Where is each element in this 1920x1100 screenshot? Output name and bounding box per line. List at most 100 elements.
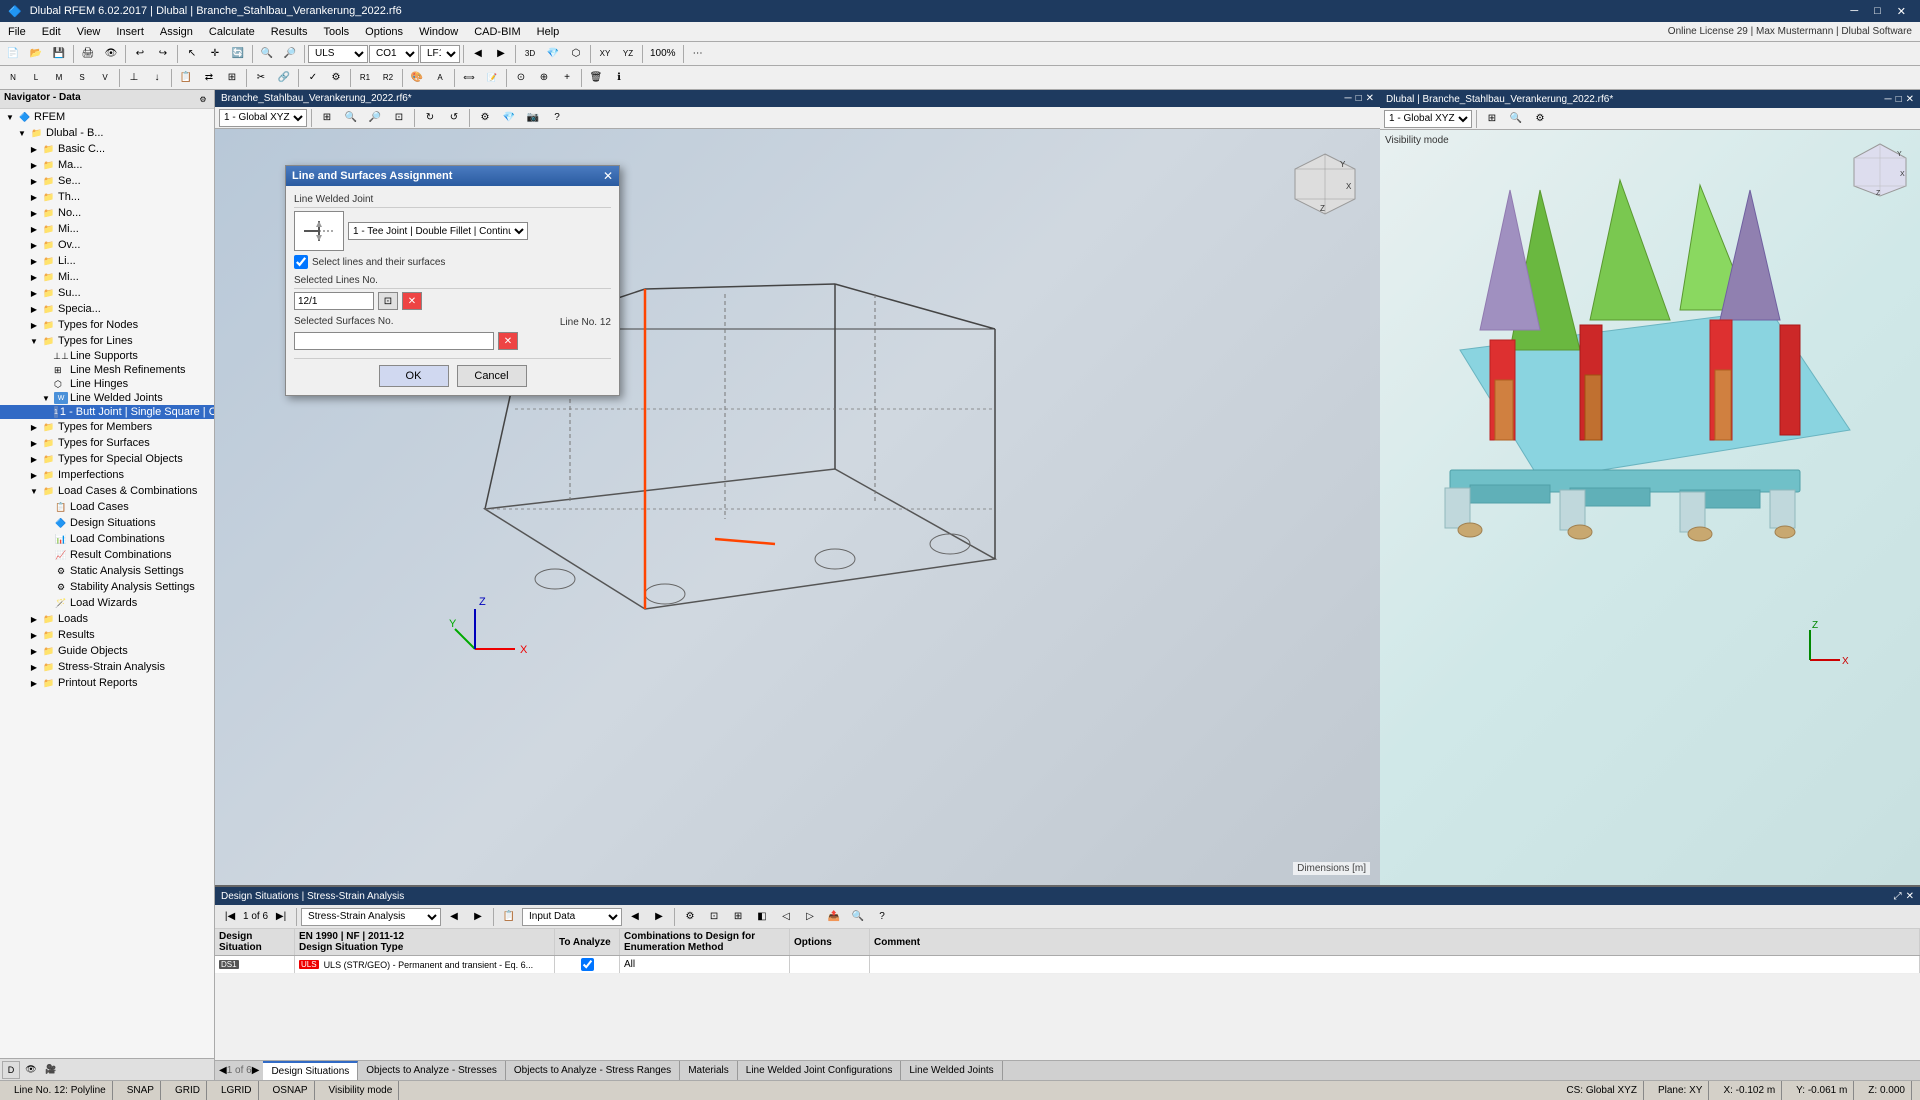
bottom-settings5[interactable]: ◁ <box>775 906 797 928</box>
nav-load-cases[interactable]: 📋 Load Cases <box>0 499 214 515</box>
nav-bottom-view[interactable]: 🎥 <box>42 1061 60 1079</box>
tb-co-combo[interactable]: CO1 <box>369 45 419 63</box>
nav-types-nodes[interactable]: ▶ 📁 Types for Nodes <box>0 317 214 333</box>
bottom-input-prev[interactable]: ◀ <box>624 906 646 928</box>
dialog-cancel-btn[interactable]: Cancel <box>457 365 527 387</box>
tb2-color[interactable]: 🎨 <box>406 67 428 89</box>
nav-types-members[interactable]: ▶ 📁 Types for Members <box>0 419 214 435</box>
tb-move[interactable]: ✛ <box>204 43 226 65</box>
nav-guide-objects[interactable]: ▶ 📁 Guide Objects <box>0 643 214 659</box>
dialog-ok-btn[interactable]: OK <box>379 365 449 387</box>
vp2-max[interactable]: □ <box>1896 94 1902 105</box>
tb-print[interactable]: 🖨 <box>77 43 99 65</box>
nav-se[interactable]: ▶ 📁 Se... <box>0 173 214 189</box>
nav-bottom-data[interactable]: D <box>2 1061 20 1079</box>
vp2-tb2[interactable]: 🔍 <box>1505 108 1527 130</box>
nav-static-analysis[interactable]: ⚙ Static Analysis Settings <box>0 563 214 579</box>
bottom-settings2[interactable]: ⊡ <box>703 906 725 928</box>
menu-options[interactable]: Options <box>357 22 411 41</box>
tb2-divide[interactable]: ✂ <box>250 67 272 89</box>
bottom-nav-first[interactable]: |◀ <box>219 906 241 928</box>
nav-expand-rfem[interactable]: ▼ <box>4 113 16 122</box>
vp1-settings[interactable]: ⚙ <box>474 107 496 129</box>
bottom-input-select[interactable]: Input Data <box>522 908 622 926</box>
tb2-calc[interactable]: ⚙ <box>325 67 347 89</box>
vp1-tb6[interactable]: ↺ <box>443 107 465 129</box>
nav-bottom-display[interactable]: 👁 <box>22 1061 40 1079</box>
viewport2-canvas[interactable]: Visibility mode <box>1380 130 1920 885</box>
tb2-copy[interactable]: 📋 <box>175 67 197 89</box>
nav-li[interactable]: ▶ 📁 Li... <box>0 253 214 269</box>
nav-load-cases-combo[interactable]: ▼ 📁 Load Cases & Combinations <box>0 483 214 499</box>
tb-redo[interactable]: ↪ <box>152 43 174 65</box>
menu-assign[interactable]: Assign <box>152 22 201 41</box>
tb2-snap3[interactable]: + <box>556 67 578 89</box>
menu-tools[interactable]: Tools <box>315 22 357 41</box>
tb2-snap1[interactable]: ⊙ <box>510 67 532 89</box>
coord-system-select[interactable]: 1 - Global XYZ <box>219 109 307 127</box>
tb-wire[interactable]: ⬡ <box>565 43 587 65</box>
bottom-help[interactable]: ? <box>871 906 893 928</box>
status-grid[interactable]: GRID <box>169 1081 207 1100</box>
tb2-line[interactable]: L <box>25 67 47 89</box>
bottom-analysis-select[interactable]: Stress-Strain Analysis <box>301 908 441 926</box>
dialog-close-btn[interactable]: ✕ <box>603 169 613 183</box>
nav-ma-expand[interactable]: ▶ <box>28 161 40 170</box>
tb2-solid[interactable]: V <box>94 67 116 89</box>
vp1-screenshot[interactable]: 📷 <box>522 107 544 129</box>
nav-loads[interactable]: ▶ 📁 Loads <box>0 611 214 627</box>
bottom-input-next[interactable]: ▶ <box>648 906 670 928</box>
bottom-nav-last[interactable]: ▶| <box>270 906 292 928</box>
nav-line-welded-joints[interactable]: ▼ W Line Welded Joints <box>0 391 214 405</box>
nav-mi2[interactable]: ▶ 📁 Mi... <box>0 269 214 285</box>
tb-side[interactable]: YZ <box>617 43 639 65</box>
bottom-next-analysis[interactable]: ▶ <box>467 906 489 928</box>
nav-stability-analysis[interactable]: ⚙ Stability Analysis Settings <box>0 579 214 595</box>
tb2-array[interactable]: ⊞ <box>221 67 243 89</box>
nav-imperfections[interactable]: ▶ 📁 Imperfections <box>0 467 214 483</box>
nav-special[interactable]: ▶ 📁 Specia... <box>0 301 214 317</box>
tb2-dim[interactable]: ⟺ <box>458 67 480 89</box>
tb-analysis-combo[interactable]: ULS <box>308 45 368 63</box>
nav-types-surfaces[interactable]: ▶ 📁 Types for Surfaces <box>0 435 214 451</box>
nav-stress-strain[interactable]: ▶ 📁 Stress-Strain Analysis <box>0 659 214 675</box>
bottom-export[interactable]: 📤 <box>823 906 845 928</box>
dialog-joint-type-select[interactable]: 1 - Tee Joint | Double Fillet | Continuo… <box>348 222 528 240</box>
menu-view[interactable]: View <box>69 22 109 41</box>
tb-front[interactable]: XY <box>594 43 616 65</box>
tb-3d[interactable]: 3D <box>519 43 541 65</box>
tab-welded-joints[interactable]: Line Welded Joints <box>901 1061 1002 1080</box>
vp2-tb1[interactable]: ⊞ <box>1481 108 1503 130</box>
bottom-input-data-icon[interactable]: 📋 <box>498 906 520 928</box>
nav-th[interactable]: ▶ 📁 Th... <box>0 189 214 205</box>
viewport1-max[interactable]: □ <box>1356 93 1362 104</box>
tb2-snap2[interactable]: ⊕ <box>533 67 555 89</box>
status-lgrid[interactable]: LGRID <box>215 1081 259 1100</box>
menu-window[interactable]: Window <box>411 22 466 41</box>
clear-lines-btn[interactable]: ✕ <box>402 292 422 310</box>
nav-results[interactable]: ▶ 📁 Results <box>0 627 214 643</box>
tb-render[interactable]: 💎 <box>542 43 564 65</box>
tb2-support[interactable]: ⊥ <box>123 67 145 89</box>
nav-design-situations[interactable]: 🔷 Design Situations <box>0 515 214 531</box>
tb2-label[interactable]: A <box>429 67 451 89</box>
viewport1-close[interactable]: ✕ <box>1366 93 1374 104</box>
vp1-tb1[interactable]: ⊞ <box>316 107 338 129</box>
menu-cad-bim[interactable]: CAD-BIM <box>466 22 528 41</box>
nav-settings[interactable]: ⚙ <box>196 92 210 106</box>
selected-lines-input[interactable] <box>294 292 374 310</box>
tb-open[interactable]: 📂 <box>25 43 47 65</box>
nav-ov[interactable]: ▶ 📁 Ov... <box>0 237 214 253</box>
tab-objects-stresses[interactable]: Objects to Analyze - Stresses <box>358 1061 506 1080</box>
tb-zoom-in[interactable]: 🔍 <box>256 43 278 65</box>
nav-project[interactable]: ▼ 📁 Dlubal - B... <box>0 125 214 141</box>
nav-line-supports[interactable]: ⊥⊥ Line Supports <box>0 349 214 363</box>
tab-design-situations[interactable]: Design Situations <box>263 1061 358 1080</box>
tb-undo[interactable]: ↩ <box>129 43 151 65</box>
nav-line-mesh[interactable]: ⊞ Line Mesh Refinements <box>0 363 214 377</box>
dialog-title-bar[interactable]: Line and Surfaces Assignment ✕ <box>286 166 619 186</box>
nav-line-hinges[interactable]: ⬡ Line Hinges <box>0 377 214 391</box>
nav-printout[interactable]: ▶ 📁 Printout Reports <box>0 675 214 691</box>
vp1-tb3[interactable]: 🔎 <box>364 107 386 129</box>
vp2-min[interactable]: ─ <box>1884 94 1891 105</box>
